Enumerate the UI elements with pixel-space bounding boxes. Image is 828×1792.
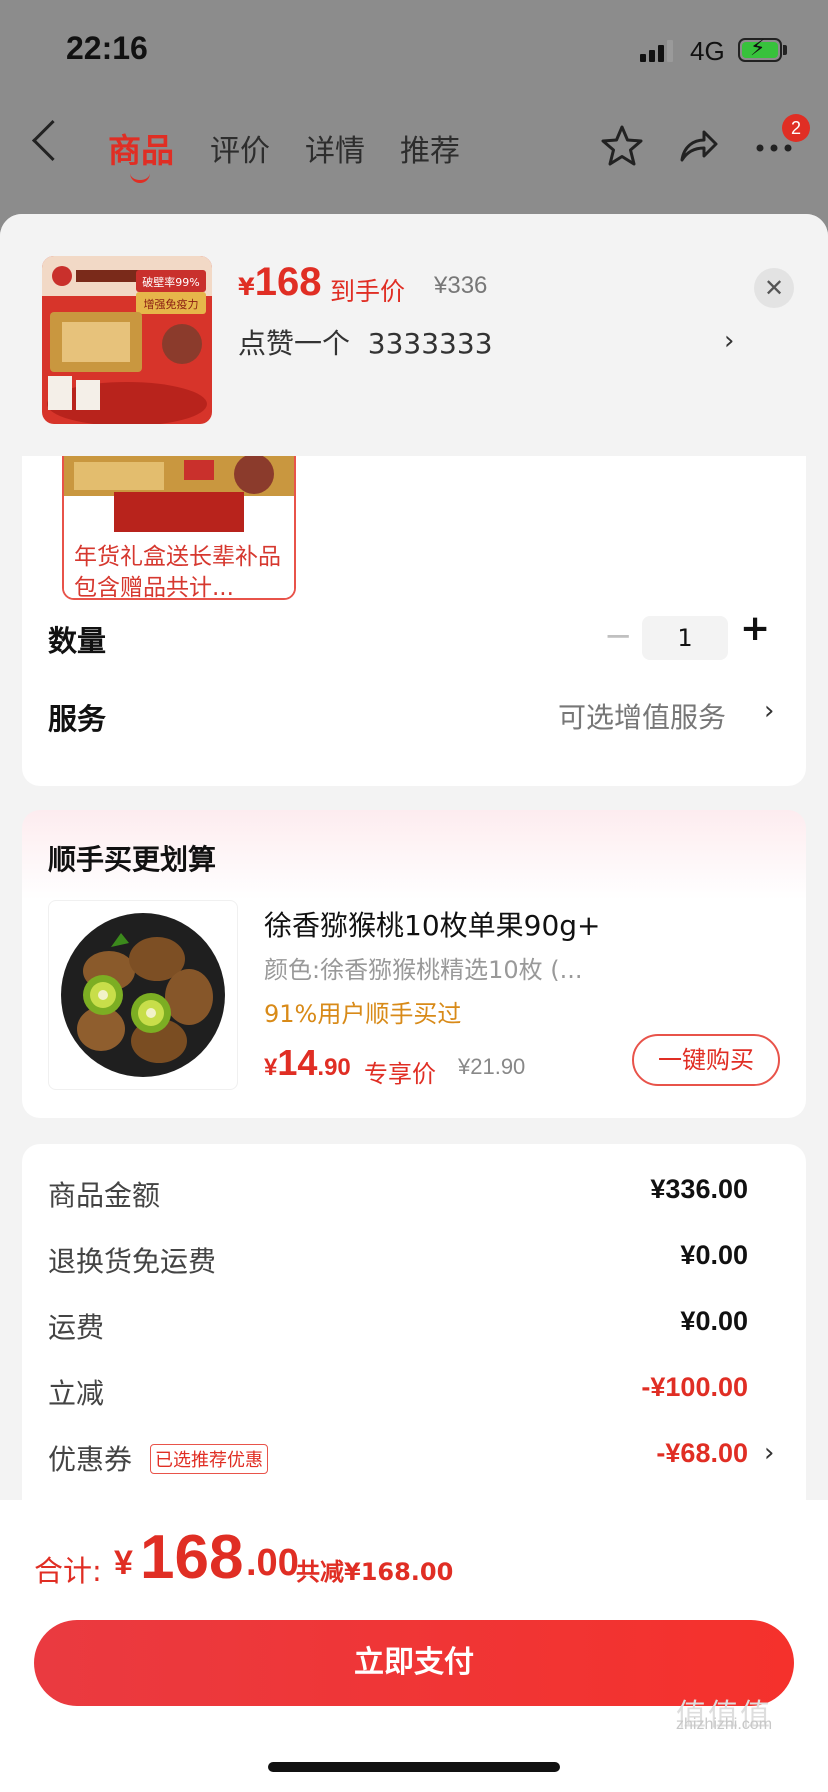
upsell-card: 顺手买更划算 徐香猕猴桃10枚单果90g+ 颜色:徐香猕猴桃精选10枚 (...… <box>22 810 806 1118</box>
cost-row-label: 商品金额 <box>48 1179 161 1212</box>
quantity-label: 数量 <box>48 624 107 658</box>
price-symbol: ¥ <box>238 273 255 301</box>
coupon-row[interactable]: 优惠券 已选推荐优惠 -¥68.00 › <box>22 1438 806 1478</box>
cost-breakdown-card: 商品金额 ¥336.00 退换货免运费 ¥0.00 运费 ¥0.00 立减 -¥… <box>22 1144 806 1544</box>
tab-product[interactable]: 商品 <box>108 124 174 172</box>
sheet-price: ¥168 <box>238 260 321 305</box>
battery-icon: ⚡ <box>738 36 782 62</box>
total-label: 合计: <box>34 1554 102 1588</box>
cost-row-value: ¥0.00 <box>680 1240 748 1270</box>
upsell-price-dec: .90 <box>317 1054 351 1081</box>
status-bar: 22:16 4G ⚡ <box>0 0 828 100</box>
coupon-badge: 已选推荐优惠 <box>150 1444 268 1474</box>
cost-row-label: 优惠券 <box>48 1443 133 1476</box>
service-label: 服务 <box>48 702 107 736</box>
original-price: ¥336 <box>434 272 488 299</box>
upsell-product-image[interactable] <box>48 900 238 1090</box>
upsell-price-int: 14 <box>277 1042 318 1083</box>
one-click-buy-button[interactable]: 一键购买 <box>632 1034 780 1086</box>
total-decimal: .00 <box>246 1542 299 1584</box>
cost-row-value: -¥68.00 <box>656 1438 748 1468</box>
home-indicator[interactable] <box>268 1762 560 1772</box>
cost-row: 退换货免运费 ¥0.00 <box>22 1240 806 1280</box>
cost-row-value: ¥0.00 <box>680 1306 748 1336</box>
sheet-summary: 破壁率99% 增强免疫力 ¥168 到手价 ¥336 点赞一个 3333333 … <box>0 214 828 456</box>
cost-row-value: -¥100.00 <box>641 1372 748 1402</box>
cost-row-label: 运费 <box>48 1311 105 1344</box>
cost-row-value: ¥336.00 <box>650 1174 748 1204</box>
cost-row: 商品金额 ¥336.00 <box>22 1174 806 1214</box>
upsell-product-spec: 颜色:徐香猕猴桃精选10枚 (... <box>264 956 583 984</box>
status-time: 22:16 <box>66 30 148 66</box>
tab-details[interactable]: 详情 <box>305 126 365 170</box>
cost-row-label: 退换货免运费 <box>48 1245 217 1278</box>
total-saved: 共减¥168.00 <box>296 1558 454 1586</box>
thumb-text-1: 破壁率99% <box>142 275 199 289</box>
watermark-text: zhizhizhi.com <box>676 1716 773 1733</box>
upsell-stat: 91%用户顺手买过 <box>264 1000 462 1028</box>
upsell-price: ¥14.90 <box>264 1042 351 1084</box>
close-icon[interactable]: ✕ <box>754 268 794 308</box>
variant-selector[interactable]: 点赞一个 3333333 <box>238 322 493 362</box>
upsell-original-price: ¥21.90 <box>458 1054 526 1079</box>
cost-row: 立减 -¥100.00 <box>22 1372 806 1412</box>
tab-reviews[interactable]: 评价 <box>210 126 270 170</box>
tab-recommend[interactable]: 推荐 <box>400 126 460 170</box>
checkout-bar: 合计: ¥ 168 .00 共减¥168.00 立即支付 值值值 zhizhiz… <box>0 1500 828 1792</box>
cost-row-label: 立减 <box>48 1377 105 1410</box>
variant-image[interactable]: 年货礼盒送长辈补品 包含赠品共计... <box>62 456 296 600</box>
quantity-input[interactable]: 1 <box>642 616 728 660</box>
price-tag: 到手价 <box>330 277 406 306</box>
upsell-title: 顺手买更划算 <box>48 843 217 876</box>
variant-image-caption: 年货礼盒送长辈补品 包含赠品共计... <box>74 544 281 600</box>
total-amount: 168 <box>140 1523 244 1592</box>
quantity-increase-button[interactable]: + <box>740 608 770 649</box>
quantity-decrease-button[interactable]: − <box>604 616 633 656</box>
chevron-right-icon[interactable]: › <box>764 696 774 726</box>
signal-icon <box>640 40 680 62</box>
product-thumbnail: 破壁率99% 增强免疫力 <box>42 256 212 424</box>
star-icon[interactable] <box>600 124 644 168</box>
network-label: 4G <box>690 36 725 66</box>
total-symbol: ¥ <box>114 1544 133 1582</box>
chevron-right-icon[interactable]: › <box>724 326 734 356</box>
upsell-product-name[interactable]: 徐香猕猴桃10枚单果90g+ <box>264 904 601 944</box>
upsell-price-tag: 专享价 <box>364 1060 436 1088</box>
spec-card: 年货礼盒送长辈补品 包含赠品共计... 数量 − 1 + 服务 可选增值服务 › <box>22 456 806 786</box>
share-icon[interactable] <box>676 124 720 168</box>
upsell-price-symbol: ¥ <box>264 1054 278 1081</box>
battery-tip <box>783 45 787 55</box>
chevron-right-icon[interactable]: › <box>764 1438 774 1468</box>
price-value: 168 <box>254 260 322 304</box>
notification-badge: 2 <box>782 114 810 142</box>
thumb-text-2: 增强免疫力 <box>144 297 199 311</box>
service-selector[interactable]: 可选增值服务 <box>558 696 726 736</box>
cost-row: 运费 ¥0.00 <box>22 1306 806 1346</box>
